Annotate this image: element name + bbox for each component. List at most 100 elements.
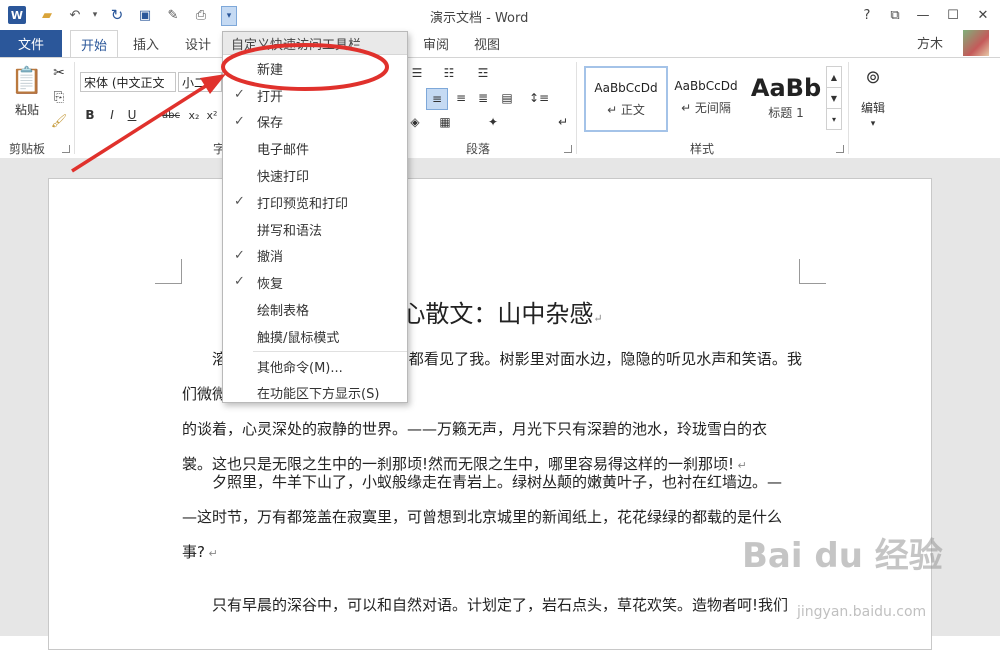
doc-paragraph-2: 夕照里，牛羊下山了，小蚁般缘走在青岩上。绿树丛颠的嫩黄叶子，也衬在红墙边。— —… [182, 465, 802, 571]
paste-icon[interactable]: 📋 [10, 64, 44, 98]
menu-item-more-commands[interactable]: 其他命令(M)... [223, 353, 407, 380]
maximize-icon[interactable]: ☐ [942, 5, 964, 25]
styles-more-icon[interactable]: ▾ [826, 108, 842, 130]
check-icon: ✓ [234, 193, 245, 209]
menu-item-show-below-ribbon[interactable]: 在功能区下方显示(S) [223, 380, 407, 407]
binoculars-icon[interactable]: ⊚ [860, 64, 886, 90]
print-preview-icon[interactable]: ✎ [164, 6, 182, 24]
save-icon[interactable]: ▣ [136, 6, 154, 24]
show-formatting-icon[interactable]: ↵ [554, 112, 572, 132]
menu-item-label: 电子邮件 [257, 143, 310, 159]
menu-item-label: 其他命令(M)... [257, 360, 343, 376]
tab-file[interactable]: 文件 [0, 30, 62, 57]
group-label-clipboard: 剪贴板 [9, 142, 46, 156]
format-painter-icon[interactable]: 🖌 [50, 112, 68, 130]
copy-icon[interactable]: ⎘ [50, 88, 68, 106]
group-separator [576, 62, 577, 154]
italic-icon[interactable]: I [104, 106, 120, 124]
check-icon: ✓ [234, 86, 245, 102]
line-spacing-icon[interactable]: ↕≡ [526, 88, 552, 108]
close-icon[interactable]: ✕ [972, 5, 994, 25]
open-folder-icon[interactable]: ▰ [38, 6, 56, 24]
group-label-styles: 样式 [690, 142, 715, 156]
menu-item-open[interactable]: ✓ 打开 [223, 82, 407, 109]
bold-icon[interactable]: B [82, 106, 98, 124]
window-title: 演示文档 - Word [430, 11, 529, 26]
menu-item-touch-mode[interactable]: 触摸/鼠标模式 [223, 323, 407, 350]
underline-icon[interactable]: U [124, 106, 140, 124]
tab-design[interactable]: 设计 [185, 30, 211, 57]
menu-item-redo[interactable]: ✓ 恢复 [223, 269, 407, 296]
multilevel-list-icon[interactable]: ☲ [474, 64, 492, 82]
styles-scroll-up-icon[interactable]: ▲ [826, 66, 842, 88]
menu-item-print-preview[interactable]: ✓ 打印预览和打印 [223, 189, 407, 216]
doc-line: 夕照里，牛羊下山了，小蚁般缘走在青岩上。绿树丛颠的嫩黄叶子，也衬在红墙边。— [212, 473, 783, 491]
styles-scroll-down-icon[interactable]: ▼ [826, 87, 842, 109]
menu-item-label: 快速打印 [257, 170, 310, 186]
menu-item-email[interactable]: 电子邮件 [223, 135, 407, 162]
style-sample-text: AaBbCcDd [594, 80, 658, 95]
avatar[interactable] [963, 30, 989, 56]
menu-header: 自定义快速访问工具栏 [223, 32, 407, 55]
paragraph-dialog-launcher-icon[interactable] [564, 145, 572, 153]
paste-button[interactable]: 粘贴 [10, 100, 44, 118]
menu-item-undo[interactable]: ✓ 撤消 [223, 243, 407, 270]
justify-icon[interactable]: ≣ [474, 88, 492, 108]
borders-icon[interactable]: ▦ [436, 112, 454, 132]
group-separator [848, 62, 849, 154]
style-no-spacing[interactable]: AaBbCcDd ↵ 无间隔 [666, 66, 746, 128]
help-icon[interactable]: ? [856, 5, 878, 25]
menu-item-spelling[interactable]: 拼写和语法 [223, 216, 407, 243]
crop-mark [799, 259, 826, 284]
font-name-value: 宋体 (中文正文 [84, 75, 165, 90]
superscript-icon[interactable]: x² [204, 106, 220, 124]
tab-home[interactable]: 开始 [70, 30, 119, 58]
style-name-text: ↵ 无间隔 [681, 100, 731, 115]
undo-dropdown-icon[interactable]: ▾ [86, 6, 104, 24]
menu-item-label: 触摸/鼠标模式 [257, 330, 340, 346]
style-name-text: 标题 1 [768, 105, 804, 120]
style-name-text: ↵ 正文 [607, 102, 645, 117]
ribbon-display-options-icon[interactable]: ⧉ [884, 5, 906, 25]
editing-dropdown-icon[interactable]: ▾ [866, 118, 880, 130]
subscript-icon[interactable]: x₂ [186, 106, 202, 124]
strikethrough-icon[interactable]: abc [160, 106, 182, 124]
redo-icon[interactable]: ↻ [108, 6, 126, 24]
menu-item-quick-print[interactable]: 快速打印 [223, 162, 407, 189]
distributed-icon[interactable]: ▤ [498, 88, 516, 108]
style-sample-text: AaBbCcDd [674, 78, 738, 93]
sort-icon[interactable]: ✦ [480, 112, 506, 132]
menu-item-new[interactable]: 新建 [223, 55, 407, 82]
menu-item-save[interactable]: ✓ 保存 [223, 109, 407, 136]
bullets-icon[interactable]: ☰ [408, 64, 426, 82]
doc-line-text: 事? [182, 543, 205, 561]
numbering-icon[interactable]: ☷ [440, 64, 458, 82]
align-center-icon[interactable]: ≡ [426, 88, 448, 110]
editing-button[interactable]: 编辑 [854, 98, 892, 116]
font-name-combo[interactable]: 宋体 (中文正文 [80, 72, 176, 92]
cut-icon[interactable]: ✂ [50, 64, 68, 82]
quick-print-icon[interactable]: ⎙ [192, 6, 210, 24]
menu-item-label: 绘制表格 [257, 304, 310, 320]
tab-insert[interactable]: 插入 [133, 30, 159, 57]
minimize-icon[interactable]: — [912, 5, 934, 25]
menu-item-label: 打开 [257, 89, 284, 105]
clipboard-dialog-launcher-icon[interactable] [62, 145, 70, 153]
shading-icon[interactable]: ◈ [406, 112, 424, 132]
paragraph-mark-icon: ↵ [593, 312, 603, 325]
menu-item-label: 新建 [257, 62, 284, 78]
menu-item-draw-table[interactable]: 绘制表格 [223, 296, 407, 323]
document-page[interactable]: 冰心散文：山中杂感↵ 溶溶的水月，螺髻的山峰，也都看见了我。树影里对面水边，隐隐… [48, 178, 932, 650]
align-right-icon[interactable]: ≡ [452, 88, 470, 108]
customize-qat-dropdown-icon[interactable]: ▾ [221, 6, 237, 26]
style-normal[interactable]: AaBbCcDd ↵ 正文 [584, 66, 668, 132]
tab-review[interactable]: 审阅 [423, 30, 449, 57]
undo-icon[interactable]: ↶ [66, 6, 84, 24]
user-name[interactable]: 方木 [917, 33, 943, 52]
tab-view[interactable]: 视图 [474, 30, 500, 57]
styles-dialog-launcher-icon[interactable] [836, 145, 844, 153]
menu-item-label: 保存 [257, 116, 284, 132]
style-heading-1[interactable]: AaBb 标题 1 [746, 66, 826, 128]
font-size-combo[interactable]: 小二 [178, 72, 222, 92]
menu-item-label: 在功能区下方显示(S) [257, 387, 380, 403]
